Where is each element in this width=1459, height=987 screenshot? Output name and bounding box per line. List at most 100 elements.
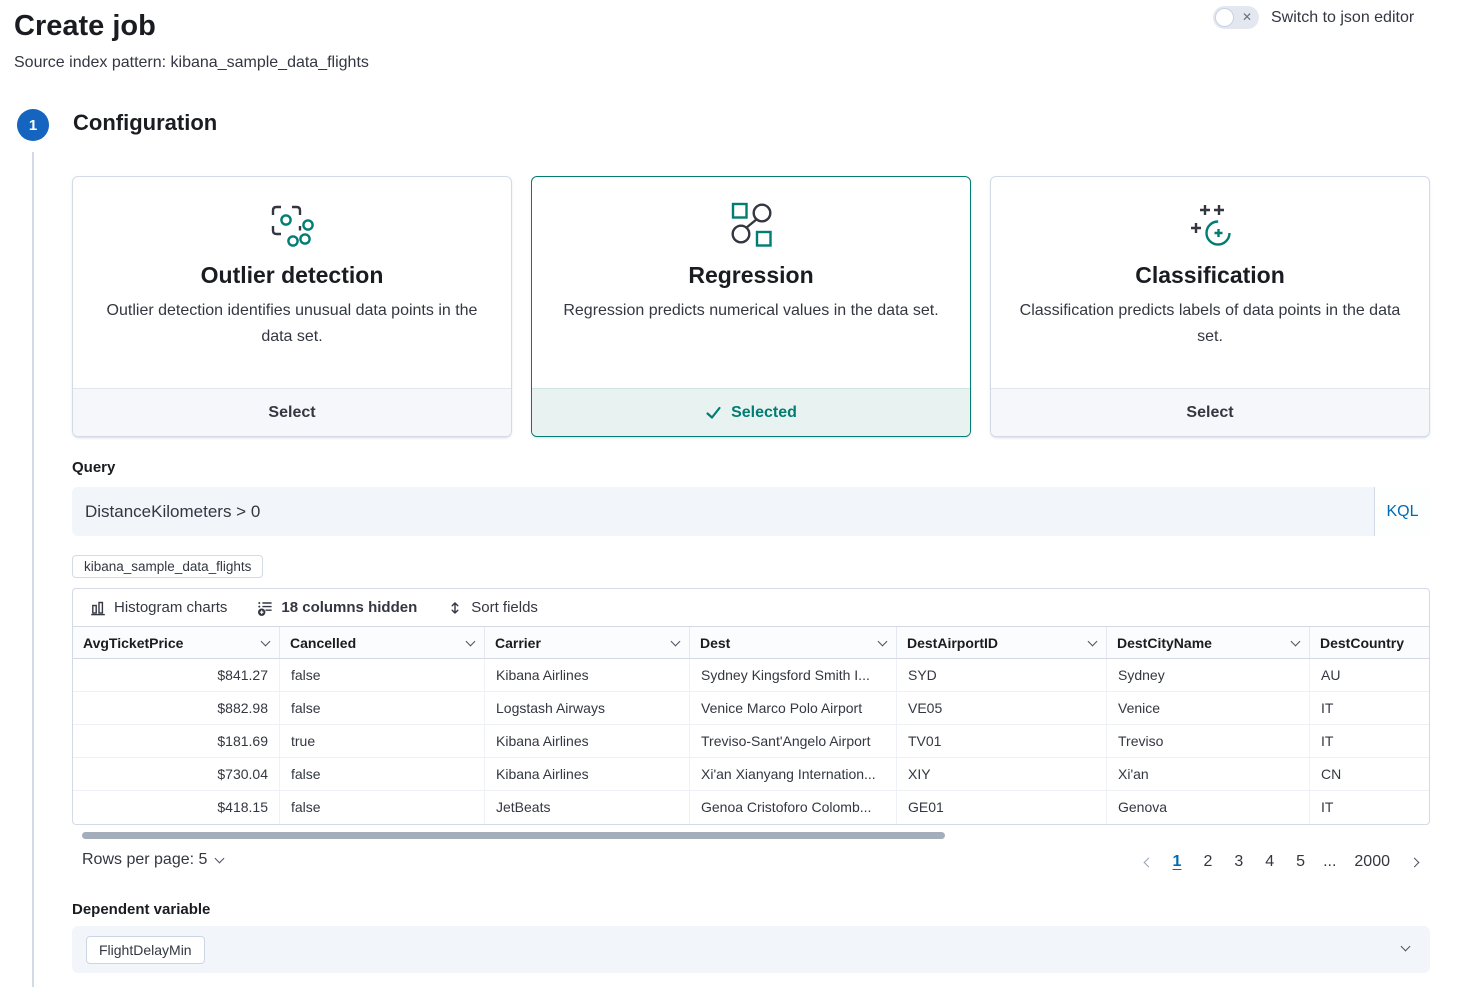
- table-cell: false: [280, 791, 485, 824]
- columns-hidden-button[interactable]: 18 columns hidden: [257, 599, 417, 616]
- chevron-down-icon: [1291, 636, 1301, 646]
- column-label: DestAirportID: [907, 635, 998, 651]
- table-cell: Genova: [1107, 791, 1310, 824]
- previous-page-button[interactable]: [1137, 849, 1160, 875]
- table-cell: false: [280, 659, 485, 691]
- query-value: DistanceKilometers > 0: [85, 487, 260, 536]
- column-label: DestCountry: [1320, 635, 1404, 651]
- pagination-ellipsis: ...: [1318, 849, 1341, 875]
- sort-fields-label: Sort fields: [471, 599, 538, 616]
- query-input[interactable]: DistanceKilometers > 0 KQL: [72, 487, 1430, 536]
- column-header-dest[interactable]: Dest: [690, 627, 897, 658]
- source-index-pattern: Source index pattern: kibana_sample_data…: [14, 54, 369, 72]
- rows-per-page-selector[interactable]: Rows per page: 5: [82, 851, 223, 869]
- table-cell: AU: [1310, 659, 1429, 691]
- card-classification[interactable]: Classification Classification predicts l…: [990, 176, 1430, 437]
- index-pattern-badge: kibana_sample_data_flights: [72, 555, 263, 578]
- kql-language-button[interactable]: KQL: [1374, 487, 1430, 536]
- table-cell: IT: [1310, 725, 1429, 757]
- outlier-card-title: Outlier detection: [73, 262, 511, 289]
- histogram-icon: [90, 600, 106, 616]
- column-header-carrier[interactable]: Carrier: [485, 627, 690, 658]
- page-button-2000[interactable]: 2000: [1345, 849, 1399, 875]
- table-cell: Kibana Airlines: [485, 659, 690, 691]
- horizontal-scrollbar-thumb[interactable]: [82, 832, 945, 839]
- classification-select-button[interactable]: Select: [991, 388, 1429, 436]
- column-header-avgticketprice[interactable]: AvgTicketPrice: [73, 627, 280, 658]
- table-cell: $418.15: [73, 791, 280, 824]
- regression-selected-label: Selected: [731, 404, 797, 422]
- dependent-variable-combobox[interactable]: FlightDelayMin: [72, 926, 1430, 973]
- card-outlier-detection[interactable]: Outlier detection Outlier detection iden…: [72, 176, 512, 437]
- page-button-5[interactable]: 5: [1287, 849, 1314, 875]
- page-button-2[interactable]: 2: [1194, 849, 1221, 875]
- table-cell: Treviso: [1107, 725, 1310, 757]
- next-page-button[interactable]: [1403, 849, 1426, 875]
- chevron-down-icon: [466, 636, 476, 646]
- json-editor-toggle-group: ✕ Switch to json editor: [1213, 6, 1414, 29]
- histogram-charts-button[interactable]: Histogram charts: [90, 599, 227, 616]
- table-cell: false: [280, 692, 485, 724]
- page-button-3[interactable]: 3: [1225, 849, 1252, 875]
- table-cell: $730.04: [73, 758, 280, 790]
- column-header-destcountry[interactable]: DestCountry: [1310, 627, 1429, 658]
- table-row: $181.69 true Kibana Airlines Treviso-San…: [73, 725, 1429, 758]
- columns-list-add-icon: [257, 600, 273, 616]
- step-connector-line: [32, 152, 34, 987]
- card-regression[interactable]: Regression Regression predicts numerical…: [531, 176, 971, 437]
- sort-fields-icon: [447, 600, 463, 616]
- table-cell: Genoa Cristoforo Colomb...: [690, 791, 897, 824]
- create-job-page: Create job Source index pattern: kibana_…: [0, 0, 1459, 987]
- table-cell: CN: [1310, 758, 1429, 790]
- chevron-down-icon: [671, 636, 681, 646]
- column-label: Carrier: [495, 635, 541, 651]
- page-button-4[interactable]: 4: [1256, 849, 1283, 875]
- chevron-right-icon: [1410, 858, 1420, 868]
- table-cell: $882.98: [73, 692, 280, 724]
- table-row: $730.04 false Kibana Airlines Xi'an Xian…: [73, 758, 1429, 791]
- sort-fields-button[interactable]: Sort fields: [447, 599, 538, 616]
- table-cell: Xi'an: [1107, 758, 1310, 790]
- json-editor-switch[interactable]: ✕: [1213, 6, 1259, 29]
- table-cell: Sydney: [1107, 659, 1310, 691]
- chevron-down-icon[interactable]: [1401, 942, 1411, 952]
- table-cell: true: [280, 725, 485, 757]
- chevron-down-icon: [215, 854, 225, 864]
- outlier-select-button[interactable]: Select: [73, 388, 511, 436]
- dependent-variable-label: Dependent variable: [72, 901, 210, 918]
- chevron-down-icon: [1088, 636, 1098, 646]
- column-header-cancelled[interactable]: Cancelled: [280, 627, 485, 658]
- table-cell: Kibana Airlines: [485, 758, 690, 790]
- columns-hidden-label: 18 columns hidden: [281, 599, 417, 616]
- chevron-down-icon: [878, 636, 888, 646]
- table-cell: Sydney Kingsford Smith I...: [690, 659, 897, 691]
- table-cell: XIY: [897, 758, 1107, 790]
- switch-knob: [1215, 8, 1234, 27]
- table-cell: $181.69: [73, 725, 280, 757]
- outlier-card-description: Outlier detection identifies unusual dat…: [101, 298, 483, 350]
- outlier-select-label: Select: [268, 404, 315, 422]
- classification-select-label: Select: [1186, 404, 1233, 422]
- table-row: $882.98 false Logstash Airways Venice Ma…: [73, 692, 1429, 725]
- column-header-destairportid[interactable]: DestAirportID: [897, 627, 1107, 658]
- page-button-1[interactable]: 1: [1164, 849, 1191, 875]
- analysis-type-cards: Outlier detection Outlier detection iden…: [72, 176, 1430, 437]
- regression-selected-button[interactable]: Selected: [532, 388, 970, 436]
- grid-header-row: AvgTicketPrice Cancelled Carrier Dest De…: [73, 627, 1429, 659]
- table-cell: false: [280, 758, 485, 790]
- check-icon: [705, 404, 722, 421]
- pagination: 1 2 3 4 5 ... 2000: [1137, 849, 1426, 875]
- table-cell: JetBeats: [485, 791, 690, 824]
- column-label: DestCityName: [1117, 635, 1212, 651]
- json-editor-toggle-label: Switch to json editor: [1271, 9, 1414, 27]
- query-label: Query: [72, 459, 115, 476]
- step-title: Configuration: [73, 110, 217, 136]
- column-label: AvgTicketPrice: [83, 635, 183, 651]
- rows-per-page-label: Rows per page: 5: [82, 851, 207, 869]
- table-cell: Kibana Airlines: [485, 725, 690, 757]
- table-cell: $841.27: [73, 659, 280, 691]
- table-cell: Logstash Airways: [485, 692, 690, 724]
- step-number-badge: 1: [17, 109, 49, 141]
- column-header-destcityname[interactable]: DestCityName: [1107, 627, 1310, 658]
- regression-icon: [532, 201, 970, 251]
